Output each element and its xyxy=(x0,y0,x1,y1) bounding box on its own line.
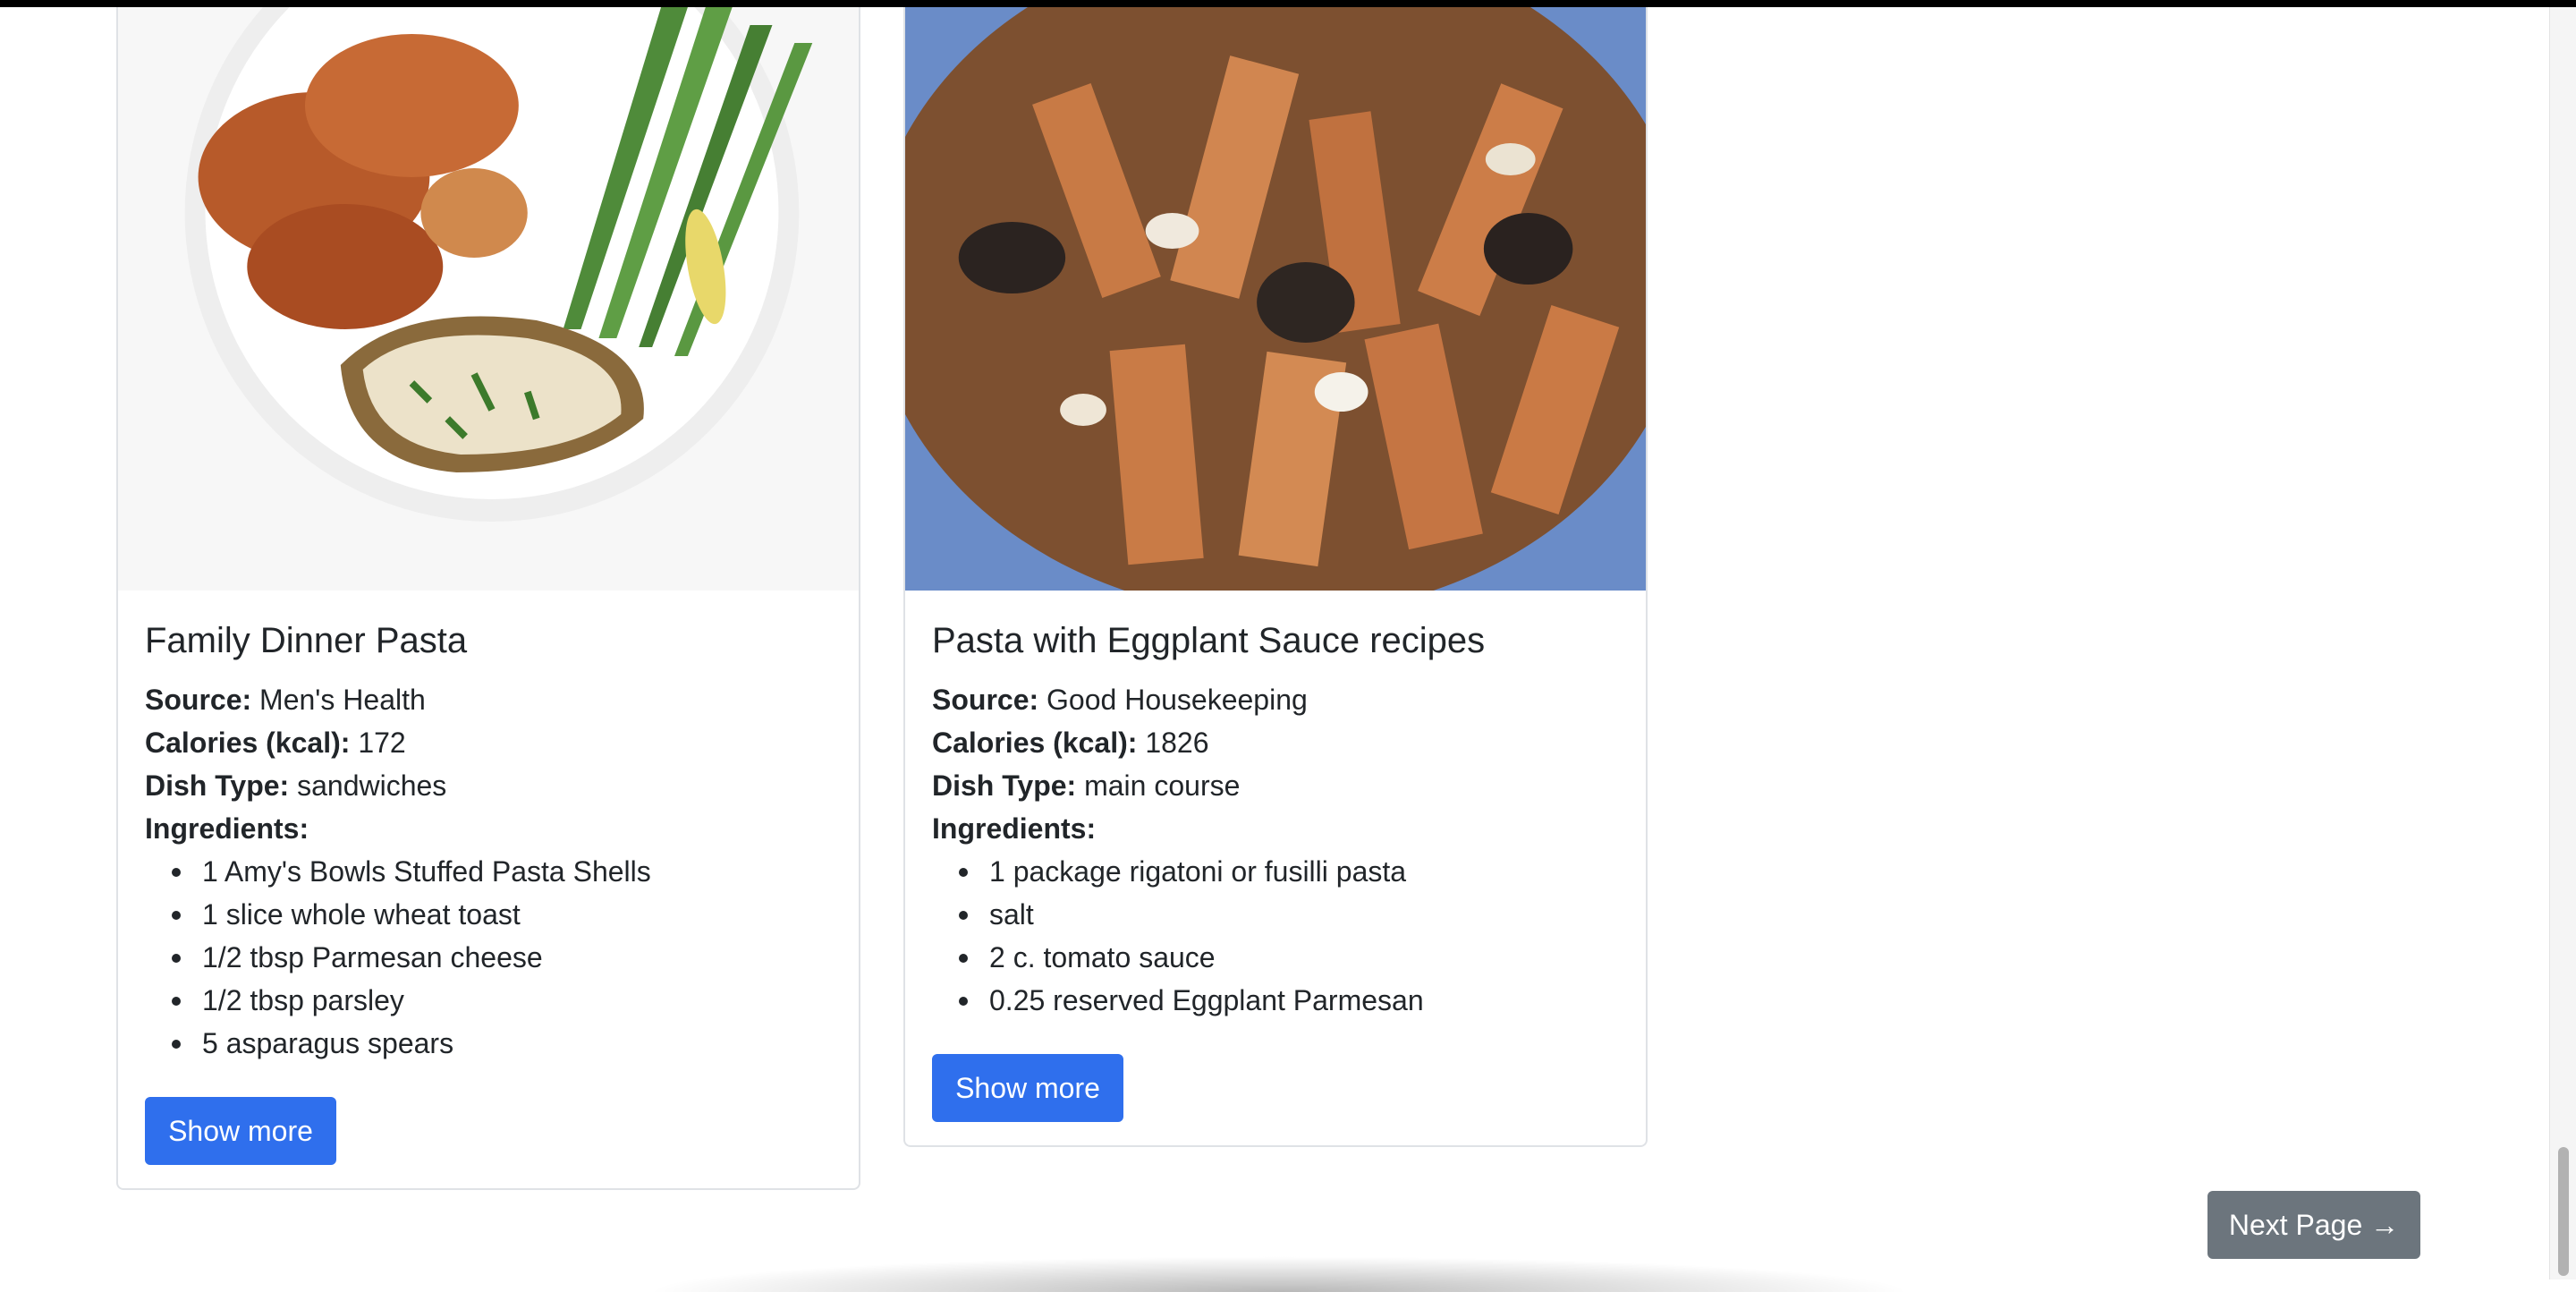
ingredient-item: 1/2 tbsp parsley xyxy=(145,979,832,1022)
source-label: Source: xyxy=(145,684,252,716)
ingredients-heading: Ingredients: xyxy=(932,807,1619,850)
dish-type-value: sandwiches xyxy=(297,769,447,802)
source-value: Men's Health xyxy=(259,684,426,716)
ingredients-list: 1 package rigatoni or fusilli pasta salt… xyxy=(932,850,1619,1022)
recipe-title: Pasta with Eggplant Sauce recipes xyxy=(932,621,1486,660)
recipe-card: Pasta with Eggplant Sauce recipes Source… xyxy=(903,7,1648,1147)
dish-type-value: main course xyxy=(1084,769,1241,802)
recipe-card: Family Dinner Pasta Source: Men's Health… xyxy=(116,7,860,1190)
dish-type-label: Dish Type: xyxy=(932,769,1077,802)
ingredients-label: Ingredients: xyxy=(145,812,309,845)
recipe-image-family-dinner-pasta xyxy=(118,7,859,591)
calories-value: 172 xyxy=(358,727,406,759)
show-more-button[interactable]: Show more xyxy=(145,1097,336,1165)
recipe-dish-type: Dish Type: sandwiches xyxy=(145,764,832,807)
ingredients-list: 1 Amy's Bowls Stuffed Pasta Shells 1 sli… xyxy=(145,850,832,1065)
ingredients-label: Ingredients: xyxy=(932,812,1097,845)
vertical-scrollbar[interactable] xyxy=(2549,7,2576,1279)
scrollbar-thumb[interactable] xyxy=(2558,1147,2569,1276)
ingredients-heading: Ingredients: xyxy=(145,807,832,850)
ingredient-item: 0.25 reserved Eggplant Parmesan xyxy=(932,979,1619,1022)
dish-type-label: Dish Type: xyxy=(145,769,290,802)
source-value: Good Housekeeping xyxy=(1046,684,1308,716)
recipe-image-pasta-eggplant xyxy=(905,7,1646,591)
bottom-shadow xyxy=(644,1256,1914,1292)
show-more-button[interactable]: Show more xyxy=(932,1054,1123,1122)
calories-value: 1826 xyxy=(1145,727,1209,759)
recipe-title: Family Dinner Pasta xyxy=(145,621,468,660)
recipe-source: Source: Men's Health xyxy=(145,678,832,721)
source-label: Source: xyxy=(932,684,1039,716)
ingredient-item: 1 package rigatoni or fusilli pasta xyxy=(932,850,1619,893)
window-top-edge xyxy=(0,0,2576,7)
recipe-card-body: Pasta with Eggplant Sauce recipes Source… xyxy=(932,619,1619,1122)
ingredient-item: 2 c. tomato sauce xyxy=(932,936,1619,979)
ingredient-item: salt xyxy=(932,893,1619,936)
recipe-calories: Calories (kcal): 1826 xyxy=(932,721,1619,764)
recipe-results-page: Family Dinner Pasta Source: Men's Health… xyxy=(0,7,2549,1292)
ingredient-item: 1 Amy's Bowls Stuffed Pasta Shells xyxy=(145,850,832,893)
recipe-calories: Calories (kcal): 172 xyxy=(145,721,832,764)
ingredient-item: 1/2 tbsp Parmesan cheese xyxy=(145,936,832,979)
recipe-dish-type: Dish Type: main course xyxy=(932,764,1619,807)
next-page-button[interactable]: Next Page → xyxy=(2207,1191,2420,1259)
ingredient-item: 5 asparagus spears xyxy=(145,1022,832,1065)
calories-label: Calories (kcal): xyxy=(145,727,351,759)
calories-label: Calories (kcal): xyxy=(932,727,1138,759)
recipe-source: Source: Good Housekeeping xyxy=(932,678,1619,721)
recipe-card-body: Family Dinner Pasta Source: Men's Health… xyxy=(145,619,832,1165)
ingredient-item: 1 slice whole wheat toast xyxy=(145,893,832,936)
